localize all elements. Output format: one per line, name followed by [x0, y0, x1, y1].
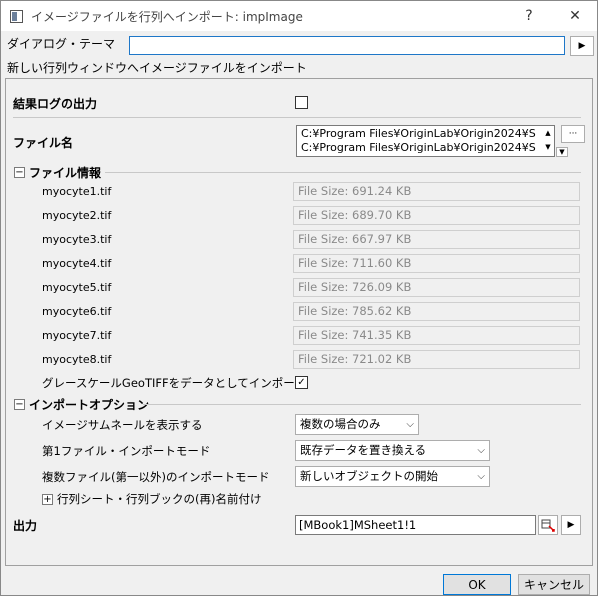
theme-input[interactable] [129, 36, 565, 55]
output-field[interactable]: [MBook1]MSheet1!1 [295, 515, 536, 535]
scroll-down-icon: ▼ [545, 143, 551, 151]
file-name-label: myocyte5.tif [42, 281, 112, 294]
geotiff-label: グレースケールGeoTIFFをデータとしてインポート [42, 376, 307, 390]
filename-label: ファイル名 [13, 136, 74, 150]
thumbnail-label: イメージサムネールを表示する [42, 418, 203, 432]
file-size-field: File Size: 785.62 KB [293, 302, 580, 321]
window-title: イメージファイルを行列へインポート: impImage [31, 10, 303, 24]
file-size-field: File Size: 689.70 KB [293, 206, 580, 225]
output-label: 出力 [13, 519, 38, 533]
chevron-down-icon: ⌵ [477, 445, 485, 456]
divider [13, 117, 581, 118]
chevron-down-icon: ⌵ [406, 419, 414, 430]
file-size-field: File Size: 691.24 KB [293, 182, 580, 201]
chevron-down-icon: ▼ [559, 148, 565, 156]
file-name-label: myocyte7.tif [42, 329, 112, 342]
filename-line-1: C:¥Program Files¥OriginLab¥Origin2024¥S [301, 127, 536, 140]
ellipsis-icon: ··· [568, 129, 578, 139]
file-name-label: myocyte6.tif [42, 305, 112, 318]
thumbnail-value: 複数の場合のみ [300, 417, 381, 431]
multi-mode-value: 新しいオブジェクトの開始 [300, 469, 438, 483]
file-size-field: File Size: 711.60 KB [293, 254, 580, 273]
thumbnail-select[interactable]: 複数の場合のみ ⌵ [295, 414, 419, 435]
divider [105, 172, 581, 173]
file-name-label: myocyte4.tif [42, 257, 112, 270]
dialog-description: 新しい行列ウィンドウへイメージファイルをインポート [7, 61, 307, 75]
file-size-field: File Size: 726.09 KB [293, 278, 580, 297]
first-mode-value: 既存データを置き換える [300, 443, 427, 457]
theme-label: ダイアログ・テーマ [7, 37, 116, 51]
filename-field[interactable]: C:¥Program Files¥OriginLab¥Origin2024¥S … [296, 125, 555, 157]
file-size-field: File Size: 741.35 KB [293, 326, 580, 345]
file-info-title: ファイル情報 [29, 166, 102, 180]
right-arrow-icon: ▶ [578, 41, 586, 51]
file-info-collapse-icon[interactable]: − [14, 167, 25, 178]
file-size-field: File Size: 667.97 KB [293, 230, 580, 249]
divider [143, 404, 581, 405]
help-button[interactable]: ? [509, 1, 549, 31]
rename-expand-icon[interactable]: + [42, 494, 53, 505]
rename-label: 行列シート・行列ブックの(再)名前付け [57, 492, 262, 506]
checkmark-icon: ✓ [297, 377, 306, 388]
first-mode-label: 第1ファイル・インポートモード [42, 444, 211, 458]
file-size-field: File Size: 721.02 KB [293, 350, 580, 369]
close-button[interactable]: ✕ [555, 1, 595, 31]
worksheet-pick-icon [541, 519, 555, 532]
file-name-label: myocyte2.tif [42, 209, 112, 222]
theme-menu-button[interactable]: ▶ [570, 36, 594, 56]
title-bar: イメージファイルを行列へインポート: impImage ? ✕ [1, 1, 597, 31]
first-mode-select[interactable]: 既存データを置き換える ⌵ [295, 440, 490, 461]
filename-line-2: C:¥Program Files¥OriginLab¥Origin2024¥S [301, 141, 536, 154]
chevron-down-icon: ⌵ [477, 471, 485, 482]
multi-mode-label: 複数ファイル(第一以外)のインポートモード [42, 470, 270, 484]
cancel-button[interactable]: キャンセル [518, 574, 590, 595]
file-name-label: myocyte3.tif [42, 233, 112, 246]
filename-scrollbar[interactable]: ▲ ▼ [542, 126, 554, 156]
log-output-label: 結果ログの出力 [13, 97, 98, 111]
browse-button[interactable]: ··· [561, 125, 585, 143]
file-name-label: myocyte1.tif [42, 185, 112, 198]
filename-dropdown-button[interactable]: ▼ [556, 147, 568, 157]
ok-button[interactable]: OK [443, 574, 511, 595]
output-menu-button[interactable]: ▶ [561, 515, 581, 535]
app-icon [10, 10, 23, 23]
file-name-label: myocyte8.tif [42, 353, 112, 366]
output-picker-button[interactable] [538, 515, 558, 535]
log-output-checkbox[interactable] [295, 96, 308, 109]
import-options-title: インポートオプション [29, 398, 150, 412]
scroll-up-icon: ▲ [545, 129, 551, 137]
right-arrow-icon: ▶ [567, 520, 575, 530]
geotiff-checkbox[interactable]: ✓ [295, 376, 308, 389]
multi-mode-select[interactable]: 新しいオブジェクトの開始 ⌵ [295, 466, 490, 487]
dialog-window: イメージファイルを行列へインポート: impImage ? ✕ ダイアログ・テー… [0, 0, 598, 596]
import-options-collapse-icon[interactable]: − [14, 399, 25, 410]
